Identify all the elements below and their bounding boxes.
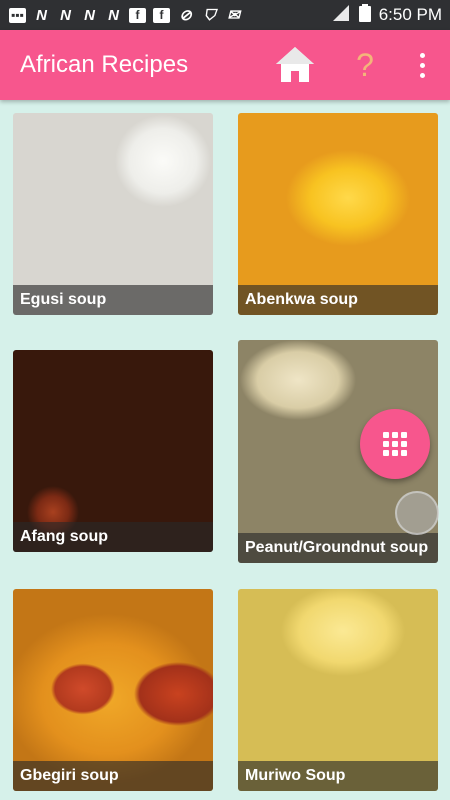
- recipe-card-gbegiri[interactable]: Gbegiri soup: [13, 589, 213, 791]
- recipe-card-egusi[interactable]: Egusi soup: [13, 113, 213, 315]
- help-icon: ?: [356, 47, 374, 83]
- recipe-card-muriwo[interactable]: Muriwo Soup: [238, 589, 438, 791]
- compass-icon: ⊘: [179, 7, 192, 24]
- battery-icon: [358, 3, 371, 27]
- status-bar: ▪▪▪ N N N N f f ⊘ ⛉ ✉ 6:50 PM: [0, 0, 450, 30]
- recipe-name: Afang soup: [13, 522, 213, 552]
- menu-dot: [419, 72, 425, 78]
- n-icon: N: [108, 6, 119, 24]
- recipe-name: Egusi soup: [13, 285, 213, 315]
- status-time: 6:50 PM: [378, 5, 442, 24]
- app-title: African Recipes: [20, 51, 189, 78]
- app-bar: African Recipes ?: [0, 30, 450, 100]
- n-icon: N: [84, 6, 95, 24]
- recipe-name: Gbegiri soup: [13, 761, 213, 791]
- n-icon: N: [36, 6, 47, 24]
- grid-icon: [383, 432, 389, 438]
- menu-dot: [419, 62, 425, 68]
- signal-icon: [331, 4, 351, 26]
- grid-fab-button[interactable]: [360, 409, 430, 479]
- recipe-card-abenkwa[interactable]: Abenkwa soup: [238, 113, 438, 315]
- notification-icons: ▪▪▪ N N N N f f ⊘ ⛉ ✉: [8, 7, 243, 24]
- recipe-card-afang[interactable]: Afang soup: [13, 350, 213, 552]
- home-button[interactable]: [274, 44, 316, 86]
- message-icon: ▪▪▪: [8, 7, 27, 24]
- mail-icon: ✉: [227, 7, 240, 24]
- n-icon: N: [60, 6, 71, 24]
- home-icon: [276, 47, 314, 82]
- help-button[interactable]: ?: [352, 46, 378, 84]
- facebook-icon: f: [152, 7, 171, 24]
- facebook-icon: f: [128, 7, 147, 24]
- recipe-name: Peanut/Groundnut soup: [238, 533, 438, 563]
- shield-icon: ⛉: [203, 6, 216, 24]
- recipe-name: Muriwo Soup: [238, 761, 438, 791]
- menu-dot: [419, 52, 425, 58]
- overflow-menu-button[interactable]: [412, 50, 432, 80]
- recipe-name: Abenkwa soup: [238, 285, 438, 315]
- touch-indicator: [395, 491, 439, 535]
